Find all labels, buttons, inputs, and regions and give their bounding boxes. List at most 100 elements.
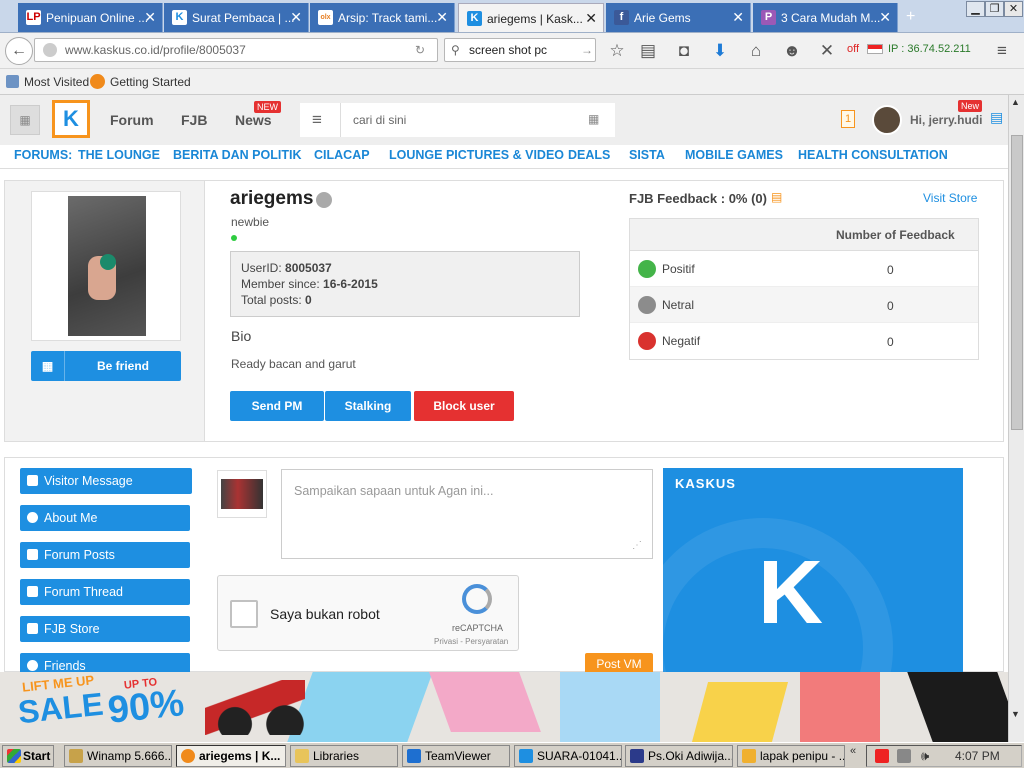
close-tab-icon[interactable]: ✕ — [290, 9, 302, 26]
download-icon[interactable]: ⬇ — [709, 41, 731, 61]
reading-list-icon[interactable]: ▤ — [637, 41, 659, 61]
taskbar-item-ps[interactable]: Ps.Oki Adiwija... — [625, 745, 733, 767]
nav-news[interactable]: News — [235, 112, 272, 128]
chat-icon — [27, 549, 38, 560]
taskbar-item-firefox[interactable]: ariegems | K... — [176, 745, 286, 767]
browser-tab[interactable]: K Surat Pembaca | ... ✕ — [164, 3, 309, 32]
browser-tab[interactable]: P 3 Cara Mudah M... ✕ — [753, 3, 898, 32]
menu-about-me[interactable]: About Me — [20, 505, 190, 531]
nav-fjb[interactable]: FJB — [181, 112, 207, 128]
forum-link-sista[interactable]: SISTA — [629, 148, 665, 162]
forum-link-deals[interactable]: DEALS — [568, 148, 610, 162]
browser-tab-active[interactable]: K ariegems | Kask... ✕ — [458, 3, 604, 32]
smiley-icon[interactable]: ☻ — [781, 41, 803, 61]
captcha-links[interactable]: Privasi - Persyaratan — [434, 637, 508, 646]
visitor-message-textarea[interactable]: Sampaikan sapaan untuk Agan ini... ⋰ — [281, 469, 653, 559]
captcha-label: Saya bukan robot — [270, 606, 380, 622]
windows-logo-icon — [7, 749, 21, 763]
hamburger-icon[interactable]: ≡ — [312, 110, 322, 130]
kaskus-logo[interactable]: K — [52, 100, 90, 138]
avatar[interactable] — [872, 105, 902, 135]
resize-handle-icon[interactable]: ⋰ — [632, 540, 642, 551]
bookmark-most-visited[interactable]: Most Visited — [24, 75, 89, 89]
menu-visitor-message[interactable]: Visitor Message — [20, 468, 192, 494]
search-icon[interactable]: ▦ — [588, 112, 599, 126]
taskbar-label: Ps.Oki Adiwija... — [648, 749, 733, 763]
post-vm-button[interactable]: Post VM — [585, 653, 653, 673]
browser-tab[interactable]: LP Penipuan Online ... ✕ — [18, 3, 163, 32]
notification-count[interactable]: 1 — [841, 110, 855, 128]
user-greeting[interactable]: Hi, jerry.hudi — [910, 113, 982, 127]
forum-link-berita[interactable]: BERITA DAN POLITIK — [173, 148, 301, 162]
browser-search-input[interactable]: ⚲ screen shot pc → — [444, 38, 596, 62]
clock[interactable]: 4:07 PM — [955, 749, 1000, 763]
vertical-scrollbar[interactable]: ▲ ▼ — [1008, 95, 1024, 742]
menu-hamburger-icon[interactable]: ≡ — [991, 41, 1013, 61]
close-tab-icon[interactable]: ✕ — [144, 9, 156, 26]
kaskus-ad-banner[interactable]: KASKUS K — [663, 468, 963, 673]
profile-photo[interactable] — [68, 196, 146, 336]
block-user-button[interactable]: Block user — [414, 391, 514, 421]
nav-forum[interactable]: Forum — [110, 112, 154, 128]
send-pm-button[interactable]: Send PM — [230, 391, 324, 421]
close-window-icon[interactable]: ✕ — [1004, 1, 1023, 17]
sale-banner[interactable]: LIFT ME UP SALE UP TO 90% — [0, 672, 1008, 742]
security-tray-icon[interactable] — [875, 749, 889, 763]
forum-link-lounge-pictures[interactable]: LOUNGE PICTURES & VIDEO — [389, 148, 564, 162]
kaskus-favicon-icon: K — [172, 10, 187, 25]
grid-menu-icon[interactable]: ▦ — [10, 105, 40, 135]
pocket-icon[interactable]: ◘ — [673, 41, 695, 61]
settings-icon[interactable]: ▤ — [990, 109, 1003, 126]
bookmark-star-icon[interactable]: ☆ — [606, 41, 628, 61]
home-icon[interactable]: ⌂ — [745, 41, 767, 61]
scrollbar-thumb[interactable] — [1011, 135, 1023, 430]
volume-icon[interactable]: 🕪 — [921, 748, 929, 764]
bookmark-getting-started[interactable]: Getting Started — [110, 75, 191, 89]
scroll-up-icon[interactable]: ▲ — [1011, 97, 1020, 107]
vm-placeholder: Sampaikan sapaan untuk Agan ini... — [294, 484, 494, 498]
minimize-icon[interactable]: ▁ — [966, 1, 985, 17]
menu-fjb-store[interactable]: FJB Store — [20, 616, 190, 642]
browser-tab[interactable]: olx Arsip: Track tami... ✕ — [310, 3, 455, 32]
kaskus-search[interactable]: ≡ cari di sini ▦ — [300, 103, 615, 137]
url-bar[interactable]: www.kaskus.co.id/profile/8005037 ↻ — [34, 38, 438, 62]
close-tab-icon[interactable]: ✕ — [879, 9, 891, 26]
feedback-info-icon[interactable]: ▤ — [771, 190, 782, 204]
forum-link-mobile-games[interactable]: MOBILE GAMES — [685, 148, 783, 162]
tray-expand-icon[interactable]: « — [850, 745, 856, 757]
taskbar-item-suara[interactable]: SUARA-01041... — [514, 745, 622, 767]
forum-link-the-lounge[interactable]: THE LOUNGE — [78, 148, 160, 162]
close-tab-icon[interactable]: ✕ — [585, 10, 597, 27]
taskbar-item-lapak[interactable]: lapak penipu - ... — [737, 745, 845, 767]
maximize-icon[interactable]: ❐ — [985, 1, 1004, 17]
profile-card: ▦ Be friend ariegems newbie UserID: 8005… — [4, 180, 1004, 442]
kaskus-favicon-icon: K — [467, 11, 482, 26]
new-badge: New — [958, 100, 983, 112]
close-tab-icon[interactable]: ✕ — [436, 9, 448, 26]
kaskus-search-input[interactable]: cari di sini — [353, 113, 406, 127]
browser-tab[interactable]: f Arie Gems ✕ — [606, 3, 751, 32]
x-extension-icon[interactable]: ✕ — [816, 41, 838, 61]
captcha-checkbox[interactable] — [230, 600, 258, 628]
menu-forum-thread[interactable]: Forum Thread — [20, 579, 190, 605]
reload-icon[interactable]: ↻ — [415, 39, 425, 61]
start-button[interactable]: Start — [2, 745, 54, 767]
search-go-icon[interactable]: → — [581, 39, 593, 61]
profile-username: ariegems — [230, 188, 314, 209]
forum-link-cilacap[interactable]: CILACAP — [314, 148, 370, 162]
forum-link-health[interactable]: HEALTH CONSULTATION — [798, 148, 948, 162]
new-tab-icon[interactable]: + — [906, 8, 915, 26]
winamp-icon — [69, 749, 83, 763]
visit-store-link[interactable]: Visit Store — [923, 191, 977, 205]
taskbar-item-libraries[interactable]: Libraries — [290, 745, 398, 767]
close-tab-icon[interactable]: ✕ — [732, 9, 744, 26]
bio-heading: Bio — [231, 328, 252, 344]
scroll-down-icon[interactable]: ▼ — [1011, 709, 1020, 719]
be-friend-button[interactable]: ▦ Be friend — [31, 351, 181, 381]
taskbar-item-winamp[interactable]: Winamp 5.666... — [64, 745, 172, 767]
back-arrow-icon[interactable]: ← — [5, 37, 33, 65]
menu-forum-posts[interactable]: Forum Posts — [20, 542, 190, 568]
taskbar-item-teamviewer[interactable]: TeamViewer — [402, 745, 510, 767]
network-tray-icon[interactable] — [897, 749, 911, 763]
stalking-button[interactable]: Stalking — [325, 391, 411, 421]
